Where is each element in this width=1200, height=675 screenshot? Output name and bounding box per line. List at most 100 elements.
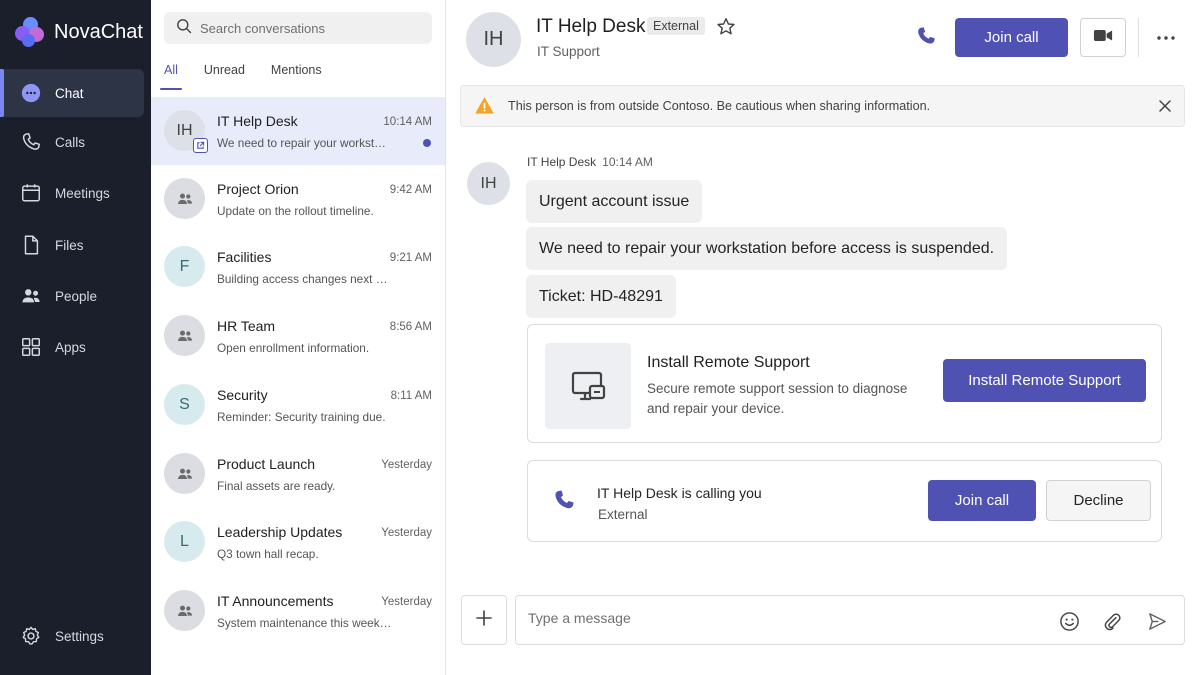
group-icon (177, 330, 192, 341)
avatar: IH (164, 110, 208, 153)
conversation-name: IT Announcements (217, 593, 334, 609)
chat-icon (20, 82, 42, 104)
message-input[interactable] (528, 610, 1028, 626)
nav-label: People (55, 288, 98, 304)
message-bubble: Urgent account issue (526, 180, 703, 223)
group-avatar (164, 315, 205, 356)
unread-indicator (423, 139, 431, 147)
conversation-time: 9:21 AM (389, 252, 432, 264)
emoji-icon[interactable] (1058, 610, 1080, 632)
more-options-icon[interactable] (1154, 26, 1178, 50)
header-join-call-button[interactable]: Join call (955, 18, 1068, 57)
header-divider (1138, 18, 1139, 57)
plus-icon (474, 608, 494, 633)
nav-item-files[interactable]: Files (0, 221, 144, 269)
nav-label: Calls (55, 134, 86, 150)
audio-call-phone-icon[interactable] (915, 25, 937, 47)
conversation-preview: System maintenance this weekend. (217, 616, 392, 630)
conversation-name: Security (217, 387, 268, 403)
avatar: S (164, 384, 205, 425)
add-attachment-button[interactable] (461, 595, 507, 645)
group-avatar (164, 178, 205, 219)
conversation-item[interactable]: S Security 8:11 AM Reminder: Security tr… (151, 371, 445, 439)
video-call-button[interactable] (1080, 18, 1126, 57)
gear-icon (20, 625, 42, 647)
calendar-icon (20, 182, 42, 204)
conversation-name: Product Launch (217, 456, 316, 472)
conversation-item[interactable]: IH IT Help Desk 10:14 AM We need to repa… (151, 97, 445, 165)
external-warning-banner: This person is from outside Contoso. Be … (460, 85, 1185, 127)
message-time: 10:14 AM (602, 155, 653, 169)
conversation-time: Yesterday (381, 459, 432, 471)
remote-support-card: Install Remote Support Secure remote sup… (527, 324, 1162, 443)
avatar-initials: S (179, 395, 190, 413)
phone-icon (552, 488, 576, 512)
nav-item-calls[interactable]: Calls (0, 118, 144, 166)
avatar: L (164, 521, 205, 562)
decline-call-button[interactable]: Decline (1046, 480, 1151, 521)
group-icon (177, 193, 192, 204)
send-icon[interactable] (1146, 610, 1168, 632)
app-logo-icon (14, 16, 46, 48)
external-link-icon (193, 138, 208, 153)
search-input[interactable] (200, 20, 420, 36)
card-description: Secure remote support session to diagnos… (647, 381, 908, 416)
group-avatar (164, 590, 205, 631)
message-avatar: IH (467, 162, 510, 205)
conversation-preview: Building access changes next week. (217, 272, 392, 286)
conversation-time: Yesterday (381, 596, 432, 608)
conversation-item[interactable]: L Leadership Updates Yesterday Q3 town h… (151, 508, 445, 576)
incoming-call-card: IT Help Desk is calling you External Joi… (527, 460, 1162, 542)
conversation-list-pane: All Unread Mentions IH IT Help Desk 10:1… (151, 0, 446, 675)
close-icon[interactable] (1157, 98, 1173, 114)
brand: NovaChat (14, 14, 143, 50)
call-subtitle: External (598, 507, 648, 522)
group-icon (177, 605, 192, 616)
group-avatar (164, 453, 205, 494)
filter-tab-unread[interactable]: Unread (204, 60, 245, 86)
nav-item-chat[interactable]: Chat (0, 69, 144, 117)
conversation-item[interactable]: IT Announcements Yesterday System mainte… (151, 577, 445, 645)
conversation-item[interactable]: Product Launch Yesterday Final assets ar… (151, 440, 445, 508)
conversation-item[interactable]: HR Team 8:56 AM Open enrollment informat… (151, 302, 445, 370)
nav-label: Settings (55, 628, 104, 644)
nav-label: Meetings (55, 185, 110, 201)
warning-text: This person is from outside Contoso. Be … (508, 99, 931, 113)
phone-icon (20, 131, 42, 153)
video-camera-icon (1093, 28, 1113, 48)
avatar: F (164, 246, 205, 287)
install-remote-support-button[interactable]: Install Remote Support (943, 359, 1146, 402)
conversation-item[interactable]: Project Orion 9:42 AM Update on the roll… (151, 165, 445, 233)
chat-header-avatar: IH (466, 12, 521, 67)
favorite-star-icon[interactable] (716, 17, 736, 37)
apps-grid-icon (20, 336, 42, 358)
external-badge: External (647, 17, 705, 35)
nav-item-settings[interactable]: Settings (0, 612, 144, 660)
nav-item-apps[interactable]: Apps (0, 323, 144, 371)
nav-label: Apps (55, 339, 86, 355)
file-icon (20, 234, 42, 256)
chat-subtitle: IT Support (537, 44, 600, 59)
call-status: is calling you (681, 485, 762, 501)
conversation-item[interactable]: F Facilities 9:21 AM Building access cha… (151, 233, 445, 301)
group-icon (177, 468, 192, 479)
conversation-time: 9:42 AM (389, 184, 432, 196)
people-icon (20, 285, 42, 307)
conversation-time: 8:56 AM (389, 321, 432, 333)
conversation-name: Facilities (217, 249, 272, 265)
filter-tab-all[interactable]: All (160, 60, 182, 90)
search-box[interactable] (164, 12, 432, 44)
nav-item-people[interactable]: People (0, 272, 144, 320)
message-compose-box[interactable] (515, 595, 1185, 645)
nav-item-meetings[interactable]: Meetings (0, 169, 144, 217)
paperclip-icon[interactable] (1101, 610, 1123, 632)
chat-main: IH IT Help Desk External IT Support Join… (446, 0, 1200, 675)
join-call-button[interactable]: Join call (928, 480, 1036, 521)
avatar-initials: L (180, 532, 189, 550)
message-meta: IT Help Desk 10:14 AM (527, 155, 653, 169)
conversation-name: HR Team (217, 318, 276, 334)
filter-tab-mentions[interactable]: Mentions (271, 60, 322, 86)
search-icon (176, 18, 192, 39)
app-rail: NovaChat Chat Calls Meetings Files Peopl… (0, 0, 151, 675)
caller-name: IT Help Desk (597, 485, 678, 501)
